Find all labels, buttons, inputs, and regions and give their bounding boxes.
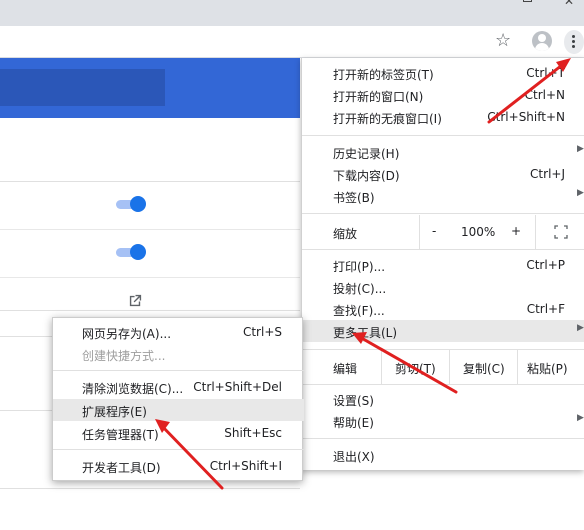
menu-separator (302, 384, 584, 385)
card-row (0, 230, 300, 278)
cut-button[interactable]: 剪切(T) (395, 360, 436, 377)
page-search-box[interactable] (0, 69, 165, 106)
menu-separator (53, 449, 304, 450)
zoom-row: 缩放 - 100% + (302, 215, 584, 249)
extension-toggle[interactable] (116, 242, 146, 262)
fullscreen-icon[interactable] (554, 225, 568, 239)
close-window-icon[interactable]: ✕ (564, 0, 574, 8)
window-titlebar: ✕ (0, 0, 584, 26)
submenu-arrow-icon: ▶ (577, 188, 584, 198)
menu-separator (302, 135, 584, 136)
menu-item-incognito[interactable]: 打开新的无痕窗口(I) Ctrl+Shift+N (302, 106, 584, 128)
divider (381, 350, 382, 384)
menu-separator (53, 370, 304, 371)
divider (0, 336, 52, 337)
menu-item-history[interactable]: 历史记录(H) ▶ (302, 141, 584, 163)
open-in-new-icon[interactable] (128, 293, 143, 308)
submenu-item-clear-data[interactable]: 清除浏览数据(C)... Ctrl+Shift+Del (53, 376, 304, 398)
menu-item-new-window[interactable]: 打开新的窗口(N) Ctrl+N (302, 84, 584, 106)
menu-item-more-tools[interactable]: 更多工具(L) ▶ (302, 320, 584, 342)
menu-item-downloads[interactable]: 下载内容(D) Ctrl+J (302, 163, 584, 185)
submenu-arrow-icon: ▶ (577, 413, 584, 423)
menu-separator (302, 438, 584, 439)
edit-row: 编辑 剪切(T) 复制(C) 粘贴(P) (302, 350, 584, 384)
page-header-banner (0, 58, 300, 118)
bookmark-star-icon[interactable]: ☆ (495, 30, 511, 51)
submenu-item-extensions[interactable]: 扩展程序(E) (53, 399, 304, 421)
menu-separator (302, 249, 584, 250)
menu-separator (302, 213, 584, 214)
divider (0, 410, 52, 411)
divider (535, 215, 536, 249)
zoom-level: 100% (461, 225, 496, 239)
profile-avatar-icon[interactable] (532, 31, 552, 51)
divider (517, 350, 518, 384)
submenu-item-task-manager[interactable]: 任务管理器(T) Shift+Esc (53, 422, 304, 444)
submenu-item-dev-tools[interactable]: 开发者工具(D) Ctrl+Shift+I (53, 455, 304, 477)
submenu-item-create-shortcut[interactable]: 创建快捷方式... (53, 343, 304, 365)
paste-button[interactable]: 粘贴(P) (527, 360, 568, 377)
browser-toolbar: ☆ (0, 26, 584, 58)
divider (0, 488, 300, 489)
menu-item-find[interactable]: 查找(F)... Ctrl+F (302, 298, 584, 320)
zoom-in-button[interactable]: + (511, 224, 521, 238)
menu-item-bookmarks[interactable]: 书签(B) ▶ (302, 185, 584, 207)
divider (419, 215, 420, 249)
more-tools-submenu: 网页另存为(A)... Ctrl+S 创建快捷方式... 清除浏览数据(C)..… (52, 317, 304, 481)
menu-item-new-tab[interactable]: 打开新的标签页(T) Ctrl+T (302, 62, 584, 84)
menu-item-cast[interactable]: 投射(C)... (302, 276, 584, 298)
menu-item-print[interactable]: 打印(P)... Ctrl+P (302, 254, 584, 276)
submenu-arrow-icon: ▶ (577, 323, 584, 333)
card-row (0, 182, 300, 230)
chrome-main-menu: 打开新的标签页(T) Ctrl+T 打开新的窗口(N) Ctrl+N 打开新的无… (301, 58, 584, 470)
menu-item-help[interactable]: 帮助(E) ▶ (302, 410, 584, 432)
copy-button[interactable]: 复制(C) (463, 360, 505, 377)
divider (449, 350, 450, 384)
minimize-icon[interactable] (523, 0, 532, 2)
extensions-card (0, 181, 300, 311)
more-vert-icon[interactable] (564, 30, 584, 54)
submenu-arrow-icon: ▶ (577, 144, 584, 154)
menu-item-settings[interactable]: 设置(S) (302, 388, 584, 410)
menu-item-exit[interactable]: 退出(X) (302, 444, 584, 466)
submenu-item-save-page[interactable]: 网页另存为(A)... Ctrl+S (53, 321, 304, 343)
zoom-out-button[interactable]: - (432, 224, 436, 238)
extension-toggle[interactable] (116, 194, 146, 214)
